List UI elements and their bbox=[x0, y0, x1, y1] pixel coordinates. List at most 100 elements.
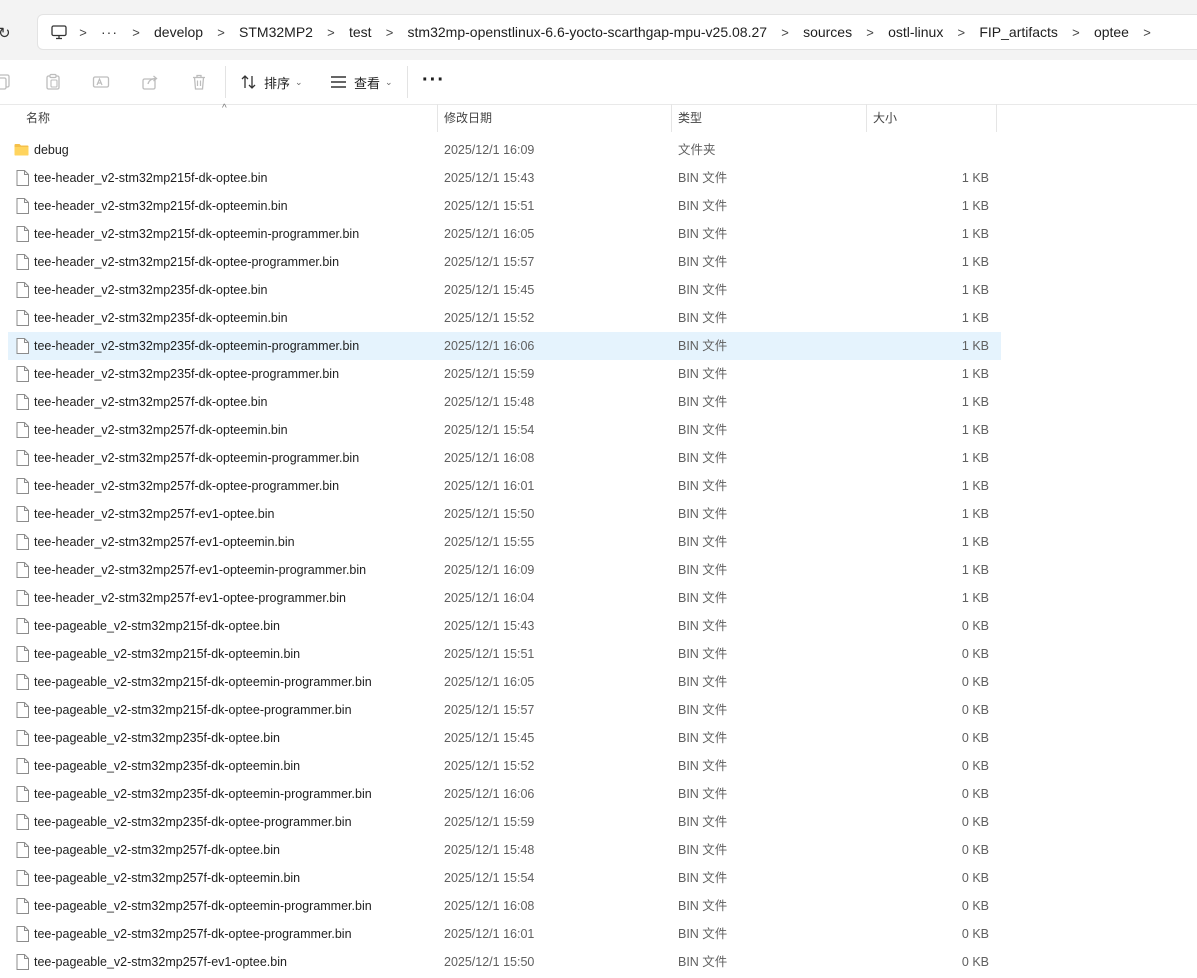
breadcrumb-stm32mp2[interactable]: STM32MP2 bbox=[236, 24, 316, 40]
file-type: BIN 文件 bbox=[678, 843, 728, 857]
file-row[interactable]: tee-pageable_v2-stm32mp235f-dk-optee.bin… bbox=[8, 724, 1001, 752]
file-row[interactable]: tee-header_v2-stm32mp257f-dk-opteemin.bi… bbox=[8, 416, 1001, 444]
file-row[interactable]: tee-header_v2-stm32mp235f-dk-optee.bin 20… bbox=[8, 276, 1001, 304]
file-row[interactable]: tee-header_v2-stm32mp257f-ev1-opteemin-p… bbox=[8, 556, 1001, 584]
file-icon bbox=[16, 562, 30, 578]
file-row[interactable]: tee-header_v2-stm32mp215f-dk-optee.bin 20… bbox=[8, 164, 1001, 192]
file-row[interactable]: tee-header_v2-stm32mp257f-ev1-opteemin.b… bbox=[8, 528, 1001, 556]
rename-icon[interactable] bbox=[90, 71, 112, 93]
file-name: tee-header_v2-stm32mp257f-dk-opteemin-pr… bbox=[34, 451, 360, 465]
folder-row[interactable]: debug 2025/12/1 16:09 文件夹 bbox=[8, 136, 1001, 164]
file-row[interactable]: tee-pageable_v2-stm32mp257f-ev1-optee.bi… bbox=[8, 948, 1001, 976]
chevron-right-icon[interactable]: > bbox=[121, 25, 151, 40]
chevron-right-icon[interactable]: > bbox=[316, 25, 346, 40]
sort-button[interactable]: 排序 ⌄ bbox=[240, 71, 303, 93]
chevron-right-icon[interactable]: > bbox=[1061, 25, 1091, 40]
file-type: BIN 文件 bbox=[678, 731, 728, 745]
file-size: 0 KB bbox=[961, 815, 989, 829]
file-modified-date: 2025/12/1 15:43 bbox=[444, 171, 535, 185]
more-options-button[interactable]: ··· bbox=[422, 70, 445, 90]
address-bar[interactable]: > ··· > develop > STM32MP2 > test > stm3… bbox=[37, 14, 1197, 50]
file-type: BIN 文件 bbox=[678, 787, 728, 801]
file-modified-date: 2025/12/1 16:09 bbox=[444, 143, 535, 157]
computer-icon[interactable] bbox=[50, 23, 68, 41]
file-row[interactable]: tee-pageable_v2-stm32mp257f-dk-opteemin.… bbox=[8, 864, 1001, 892]
file-size: 1 KB bbox=[961, 591, 989, 605]
refresh-icon[interactable]: ↻ bbox=[0, 24, 11, 42]
chevron-right-icon[interactable]: > bbox=[1132, 25, 1162, 40]
file-row[interactable]: tee-pageable_v2-stm32mp235f-dk-optee-pro… bbox=[8, 808, 1001, 836]
breadcrumb-openstlinux[interactable]: stm32mp-openstlinux-6.6-yocto-scarthgap-… bbox=[405, 24, 771, 40]
chevron-right-icon[interactable]: > bbox=[68, 25, 98, 40]
file-modified-date: 2025/12/1 15:43 bbox=[444, 619, 535, 633]
breadcrumb-develop[interactable]: develop bbox=[151, 24, 206, 40]
column-header-name[interactable]: 名称 bbox=[26, 104, 50, 132]
chevron-right-icon[interactable]: > bbox=[770, 25, 800, 40]
file-type: BIN 文件 bbox=[678, 339, 728, 353]
file-row[interactable]: tee-header_v2-stm32mp215f-dk-optee-progr… bbox=[8, 248, 1001, 276]
file-icon bbox=[16, 758, 30, 774]
file-row[interactable]: tee-pageable_v2-stm32mp257f-dk-opteemin-… bbox=[8, 892, 1001, 920]
file-row[interactable]: tee-pageable_v2-stm32mp215f-dk-optee.bin… bbox=[8, 612, 1001, 640]
file-row[interactable]: tee-header_v2-stm32mp257f-ev1-optee.bin 2… bbox=[8, 500, 1001, 528]
file-row[interactable]: tee-pageable_v2-stm32mp257f-dk-optee.bin… bbox=[8, 836, 1001, 864]
column-divider[interactable] bbox=[437, 104, 438, 132]
file-type: BIN 文件 bbox=[678, 647, 728, 661]
file-name: tee-header_v2-stm32mp257f-dk-opteemin.bi… bbox=[34, 423, 288, 437]
share-icon[interactable] bbox=[139, 71, 161, 93]
chevron-right-icon[interactable]: > bbox=[855, 25, 885, 40]
sort-ascending-icon: ^ bbox=[222, 103, 227, 114]
file-modified-date: 2025/12/1 15:50 bbox=[444, 507, 535, 521]
file-row[interactable]: tee-header_v2-stm32mp235f-dk-opteemin.bi… bbox=[8, 304, 1001, 332]
file-size: 0 KB bbox=[961, 647, 989, 661]
file-row[interactable]: tee-pageable_v2-stm32mp235f-dk-opteemin.… bbox=[8, 752, 1001, 780]
file-row[interactable]: tee-header_v2-stm32mp257f-ev1-optee-prog… bbox=[8, 584, 1001, 612]
chevron-right-icon[interactable]: > bbox=[375, 25, 405, 40]
file-name: tee-pageable_v2-stm32mp215f-dk-optee-pro… bbox=[34, 703, 352, 717]
copy-icon[interactable] bbox=[0, 71, 14, 93]
file-row[interactable]: tee-header_v2-stm32mp257f-dk-optee.bin 20… bbox=[8, 388, 1001, 416]
paste-icon[interactable] bbox=[42, 71, 64, 93]
column-header-size[interactable]: 大小 bbox=[873, 104, 897, 132]
chevron-right-icon[interactable]: > bbox=[946, 25, 976, 40]
delete-icon[interactable] bbox=[188, 71, 210, 93]
column-header-modified[interactable]: 修改日期 bbox=[444, 104, 492, 132]
file-row[interactable]: tee-header_v2-stm32mp235f-dk-optee-progr… bbox=[8, 360, 1001, 388]
file-size: 1 KB bbox=[961, 199, 989, 213]
breadcrumb-ostl-linux[interactable]: ostl-linux bbox=[885, 24, 946, 40]
column-header-type[interactable]: 类型 bbox=[678, 104, 702, 132]
breadcrumb-fip-artifacts[interactable]: FIP_artifacts bbox=[976, 24, 1061, 40]
column-divider[interactable] bbox=[671, 104, 672, 132]
breadcrumb-test[interactable]: test bbox=[346, 24, 375, 40]
breadcrumb-overflow[interactable]: ··· bbox=[98, 24, 121, 40]
file-list: debug 2025/12/1 16:09 文件夹 tee-header_v2-stm… bbox=[0, 136, 1197, 976]
file-icon bbox=[16, 870, 30, 886]
file-row[interactable]: tee-pageable_v2-stm32mp235f-dk-opteemin-… bbox=[8, 780, 1001, 808]
file-name: tee-header_v2-stm32mp215f-dk-optee-progr… bbox=[34, 255, 340, 269]
view-button[interactable]: 查看 ⌄ bbox=[330, 71, 393, 93]
file-row[interactable]: tee-header_v2-stm32mp257f-dk-optee-progr… bbox=[8, 472, 1001, 500]
file-icon bbox=[16, 674, 30, 690]
file-row[interactable]: tee-pageable_v2-stm32mp215f-dk-opteemin.… bbox=[8, 640, 1001, 668]
file-row[interactable]: tee-pageable_v2-stm32mp257f-dk-optee-pro… bbox=[8, 920, 1001, 948]
file-icon bbox=[16, 842, 30, 858]
file-modified-date: 2025/12/1 16:01 bbox=[444, 479, 535, 493]
file-modified-date: 2025/12/1 16:09 bbox=[444, 563, 535, 577]
file-row[interactable]: tee-header_v2-stm32mp257f-dk-opteemin-pr… bbox=[8, 444, 1001, 472]
file-row[interactable]: tee-header_v2-stm32mp235f-dk-opteemin-pr… bbox=[8, 332, 1001, 360]
file-size: 1 KB bbox=[961, 423, 989, 437]
column-divider[interactable] bbox=[996, 104, 997, 132]
breadcrumb-optee[interactable]: optee bbox=[1091, 24, 1132, 40]
file-size: 1 KB bbox=[961, 171, 989, 185]
file-icon bbox=[16, 422, 30, 438]
column-header: ^ 名称 修改日期 类型 大小 bbox=[0, 103, 1197, 132]
file-row[interactable]: tee-pageable_v2-stm32mp215f-dk-optee-pro… bbox=[8, 696, 1001, 724]
file-row[interactable]: tee-header_v2-stm32mp215f-dk-opteemin-pr… bbox=[8, 220, 1001, 248]
column-divider[interactable] bbox=[866, 104, 867, 132]
chevron-right-icon[interactable]: > bbox=[206, 25, 236, 40]
file-modified-date: 2025/12/1 16:06 bbox=[444, 339, 535, 353]
breadcrumb-sources[interactable]: sources bbox=[800, 24, 855, 40]
file-row[interactable]: tee-pageable_v2-stm32mp215f-dk-opteemin-… bbox=[8, 668, 1001, 696]
file-type: BIN 文件 bbox=[678, 255, 728, 269]
file-row[interactable]: tee-header_v2-stm32mp215f-dk-opteemin.bi… bbox=[8, 192, 1001, 220]
